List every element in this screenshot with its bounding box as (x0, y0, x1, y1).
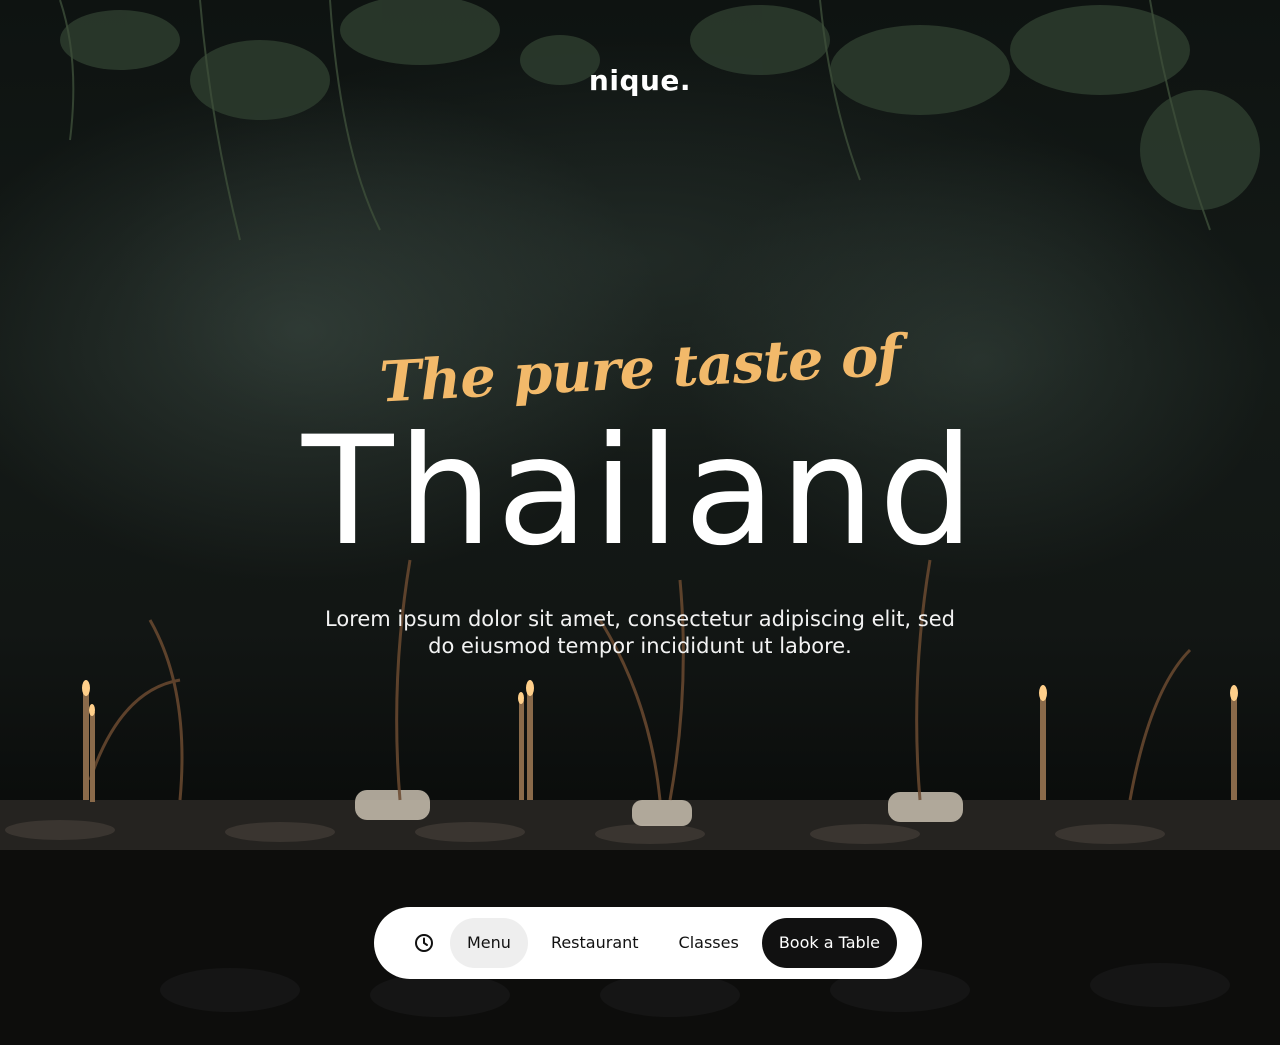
nav-item-menu[interactable]: Menu (450, 918, 528, 968)
nav-item-restaurant[interactable]: Restaurant (534, 918, 656, 968)
clock-icon-graphic (415, 934, 433, 952)
hero-subtitle: Lorem ipsum dolor sit amet, consectetur … (325, 607, 955, 658)
bottom-navbar: Menu Restaurant Classes Book a Table (374, 907, 922, 979)
clock-icon[interactable] (414, 931, 434, 955)
book-table-button[interactable]: Book a Table (761, 918, 897, 968)
nav-item-classes[interactable]: Classes (662, 918, 756, 968)
hero-headline: Thailand (301, 405, 979, 579)
brand-logo[interactable]: nique. (0, 64, 1280, 97)
hero-background: nique. The pure taste of Thailand Lorem … (0, 0, 1280, 1045)
